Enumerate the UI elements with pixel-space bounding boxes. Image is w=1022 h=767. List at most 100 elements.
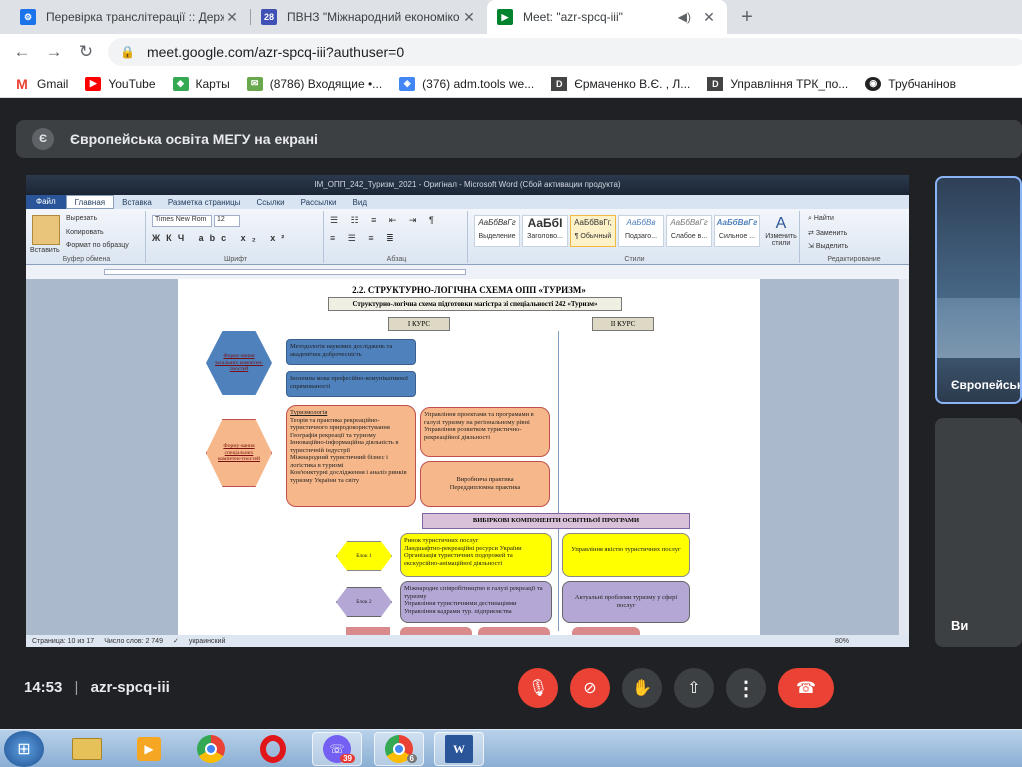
bookmark-inbox[interactable]: ✉ (8786) Входящие •... [246,76,382,91]
new-tab-button[interactable]: + [734,5,760,29]
style-heading[interactable]: АаБбІ Заголово... [522,215,568,247]
word-tab-references[interactable]: Ссылки [248,198,292,207]
word-tab-home[interactable]: Главная [65,195,115,209]
forward-button[interactable]: → [42,40,66,64]
change-styles-button[interactable]: A Изменить стили [764,215,798,247]
document-d-icon: D [707,76,724,91]
lock-icon[interactable]: 🔒 [120,45,135,59]
folder-icon [72,738,102,760]
vertical-scrollbar[interactable] [898,279,909,635]
more-options-button[interactable]: ⋮ [726,668,766,708]
styles-group: АаБбВвГг Выделение АаБбІ Заголово... АаБбВ… [470,211,800,263]
spellcheck-icon[interactable]: ✓ [173,637,179,645]
style-normal[interactable]: АаБбВвГг, ¶ Обычный [570,215,616,247]
tab-bar: ⚙ Перевірка транслітерації :: Держ ✕ 28 … [0,0,1022,34]
bookmark-gmail[interactable]: M Gmail [14,76,68,92]
bookmark-trubchaninov[interactable]: ◉ Трубчанінов [865,76,956,91]
style-emphasis[interactable]: АаБбВвГг Выделение [474,215,520,247]
word-icon: W [445,735,473,763]
bookmark-admtools[interactable]: ◈ (376) adm.tools we... [399,76,534,91]
shared-screen[interactable]: IM_ОПП_242_Туризм_2021 - Оригінал - Micr… [26,175,909,647]
presenter-bar: Є Європейська освіта МЕГУ на екрані [16,120,1022,158]
word-status-bar: Страница: 10 из 17 Число слов: 2 749 ✓ у… [26,635,909,647]
participant-name: Ви [951,618,969,633]
raise-hand-button[interactable]: ✋ [622,668,662,708]
tab-transliteration[interactable]: ⚙ Перевірка транслітерації :: Держ ✕ [10,0,250,34]
bookmark-maps[interactable]: ◆ Карты [172,76,230,91]
more-vert-icon: ⋮ [736,677,756,700]
camera-off-icon: ⊘ [583,680,597,697]
font-format-icons[interactable]: ЖКЧ abc x₂ x² [152,233,290,243]
mic-off-icon: 🎙 [527,680,549,697]
taskbar-opera[interactable] [248,732,298,766]
word-tab-file[interactable]: Файл [26,195,66,209]
leave-call-button[interactable]: ☎ [778,668,834,708]
bookmark-trk[interactable]: D Управління ТРК_по... [707,76,848,91]
block-2-hexagon: Блок 2 [336,587,392,617]
find-button[interactable]: ⌕ Найти [808,215,834,223]
style-subtle[interactable]: АаБбВвГг Слабое в... [666,215,712,247]
word-tab-insert[interactable]: Вставка [114,198,160,207]
close-icon[interactable]: ✕ [701,9,717,26]
bookmark-youtube[interactable]: ▶ YouTube [85,76,156,91]
taskbar-media-player[interactable]: ▶ [124,732,174,766]
cube-icon: ◈ [399,76,416,91]
participant-name: Європейськ [951,378,1022,392]
orange-left-block: Туризмологія Теорія та практика рекреаці… [286,405,416,507]
hand-icon: ✋ [632,680,652,697]
close-icon[interactable]: ✕ [461,9,477,26]
mic-off-button[interactable]: 🎙 [518,668,558,708]
word-tab-layout[interactable]: Разметка страницы [160,198,249,207]
reload-button[interactable]: ↻ [74,40,98,64]
tab-meet[interactable]: ▶ Meet: "azr-spcq-iii" ◀) ✕ [487,0,727,34]
font-group: Times New Rom 12 ЖКЧ abc x₂ x² Шрифт [148,211,324,263]
font-size-select[interactable]: 12 [214,215,240,227]
media-player-icon: ▶ [137,737,161,761]
phone-hangup-icon: ☎ [796,680,816,697]
youtube-icon: ▶ [85,76,102,91]
ruler[interactable] [26,265,909,279]
word-tab-mailings[interactable]: Рассылки [293,198,345,207]
globe-icon: ◉ [865,76,882,91]
replace-button[interactable]: ⇄ Заменить [808,229,847,237]
special-competences-hexagon: Форму-вання спеціальних компетен-тностей [206,419,272,487]
camera-off-button[interactable]: ⊘ [570,668,610,708]
select-button[interactable]: ⇲ Выделить [808,242,848,250]
windows-taskbar: ⊞ ▶ ☏ 39 6 W [0,729,1022,767]
document-page[interactable]: 2.2. СТРУКТУРНО-ЛОГІЧНА СХЕМА ОПП «ТУРИЗ… [178,279,760,635]
present-button[interactable]: ⇧ [674,668,714,708]
opera-icon [260,735,286,763]
taskbar-explorer[interactable] [62,732,112,766]
course-2-label: ІІ КУРС [592,317,654,331]
presenting-label: Європейська освіта МЕГУ на екрані [70,131,318,147]
taskbar-chrome[interactable] [186,732,236,766]
paste-icon[interactable] [32,215,60,245]
style-subtitle[interactable]: АаБбВв Подзаго... [618,215,664,247]
taskbar-word[interactable]: W [434,732,484,766]
style-intense[interactable]: АаБбВвГг Сильное ... [714,215,760,247]
windows-icon: ⊞ [17,741,31,758]
gmail-icon: M [14,76,30,92]
start-button[interactable]: ⊞ [4,731,44,767]
align-icons[interactable]: ≡ ☰ ≡ ≣ [330,233,399,244]
taskbar-viber[interactable]: ☏ 39 [312,732,362,766]
bookmarks-bar: M Gmail ▶ YouTube ◆ Карты ✉ (8786) Входящие … [0,70,1022,98]
word-ribbon: Вставить Вырезать Копировать Формат по о… [26,209,909,265]
tab-university[interactable]: 28 ПВНЗ "Міжнародний економіко ✕ [251,0,487,34]
blue-course-2: Іноземна мова професійно-комунікативної … [286,371,416,397]
font-name-select[interactable]: Times New Rom [152,215,212,227]
word-tab-view[interactable]: Вид [345,198,375,207]
list-icons[interactable]: ☰ ☷ ≡ ⇤ ⇥ ¶ [330,215,439,226]
orange-right-block-2: Виробнича практика Переддипломна практик… [420,461,550,507]
back-button[interactable]: ← [10,40,34,64]
speaker-icon[interactable]: ◀) [678,10,691,24]
word-title: IM_ОПП_242_Туризм_2021 - Оригінал - Micr… [26,175,909,195]
url-input[interactable]: 🔒 meet.google.com/azr-spcq-iii?authuser=… [108,38,1022,66]
participant-tile-self[interactable]: Ви [935,418,1022,647]
styles-icon: A [775,215,787,232]
taskbar-chrome-active[interactable]: 6 [374,732,424,766]
participant-tile-presenter[interactable]: Європейськ [935,176,1022,404]
purple-right-block: Актуальні проблеми туризму у сфері послу… [562,581,690,623]
close-icon[interactable]: ✕ [224,9,240,26]
bookmark-yermachenko[interactable]: D Єрмаченко В.Є. , Л... [551,76,690,91]
